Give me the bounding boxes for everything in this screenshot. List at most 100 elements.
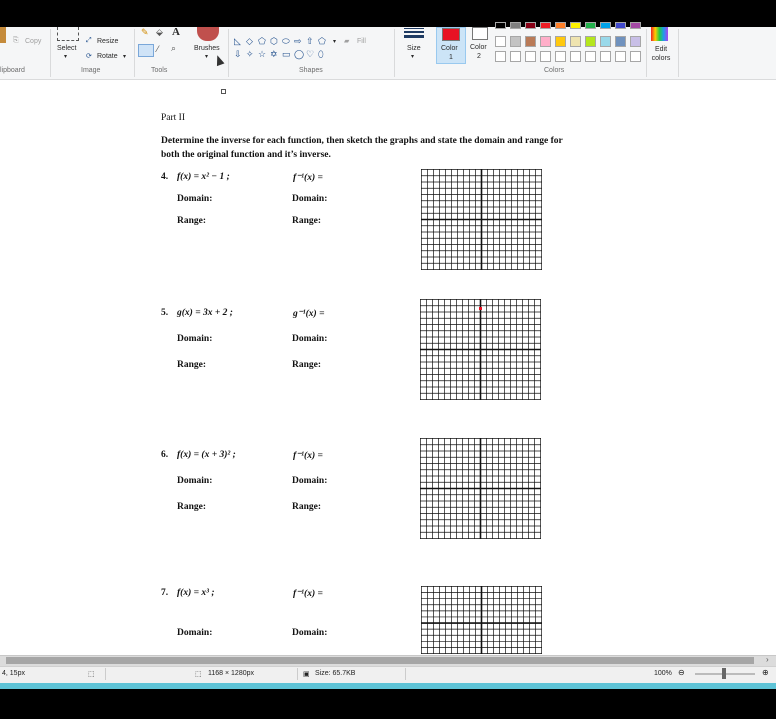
brushes-dropdown-icon[interactable]: ▾: [205, 53, 208, 60]
color-picker-icon[interactable]: ⁄: [157, 44, 159, 54]
domain-label: Domain:: [292, 194, 328, 204]
palette-swatch[interactable]: [585, 51, 596, 62]
palette-swatch[interactable]: [510, 36, 521, 47]
size-dropdown-icon[interactable]: ▾: [411, 53, 414, 60]
palette-swatch[interactable]: [600, 51, 611, 62]
palette-swatch[interactable]: [555, 22, 566, 29]
rotate-icon: ⟳: [86, 53, 92, 60]
instructions-line1: Determine the inverse for each function,…: [161, 136, 563, 146]
edit-colors-icon[interactable]: [651, 27, 668, 41]
color1-button[interactable]: Color 1: [436, 27, 466, 64]
resize-button[interactable]: Resize: [97, 38, 118, 45]
palette-swatch[interactable]: [615, 36, 626, 47]
palette-swatch[interactable]: [570, 51, 581, 62]
colors-group-label: Colors: [544, 67, 565, 74]
ribbon: ⎘ Copy lipboard Select ▾ ⤢ Resize ⟳ Rota…: [0, 22, 776, 80]
red-dot: [479, 307, 482, 310]
pencil-icon[interactable]: ✎: [141, 27, 149, 38]
problem-function: f(x) = x² − 1 ;: [177, 172, 230, 182]
graph-grid: [421, 169, 542, 270]
zoom-slider-thumb[interactable]: [722, 668, 726, 679]
problem-inverse: g⁻¹(x) =: [293, 309, 325, 319]
select-button[interactable]: Select: [57, 45, 76, 52]
palette-swatch[interactable]: [540, 22, 551, 29]
palette-swatch[interactable]: [510, 51, 521, 62]
palette-swatch[interactable]: [525, 36, 536, 47]
resize-icon: ⤢: [86, 37, 92, 44]
range-label: Range:: [292, 216, 322, 226]
shapes-scroll-icon[interactable]: ▾: [333, 38, 336, 45]
palette-swatch[interactable]: [495, 51, 506, 62]
paste-icon[interactable]: [0, 27, 6, 43]
palette-swatch[interactable]: [495, 22, 506, 29]
status-divider: [105, 668, 106, 680]
palette-swatch[interactable]: [570, 36, 581, 47]
color1-label: Color: [441, 45, 458, 52]
select-dropdown-icon[interactable]: ▾: [64, 53, 67, 60]
document-image: Part II Determine the inverse for each f…: [0, 80, 776, 655]
palette-swatch[interactable]: [615, 51, 626, 62]
palette-swatch[interactable]: [615, 22, 626, 29]
rotate-dropdown-icon[interactable]: ▾: [123, 53, 126, 60]
file-size: Size: 65.7KB: [315, 670, 356, 677]
problem-number: 6.: [161, 450, 169, 460]
clipboard-group-label: lipboard: [0, 67, 25, 74]
cursor-position: 4, 15px: [2, 670, 25, 677]
domain-label: Domain:: [292, 628, 328, 638]
scrollbar-thumb[interactable]: [6, 657, 754, 664]
palette-swatch[interactable]: [540, 51, 551, 62]
instructions-line2: both the original function and it’s inve…: [161, 150, 331, 160]
palette-swatch[interactable]: [630, 51, 641, 62]
scroll-right-icon[interactable]: ›: [766, 655, 769, 664]
problem-function: f(x) = (x + 3)² ;: [177, 450, 236, 460]
brushes-button[interactable]: Brushes: [194, 45, 220, 52]
color2-label: Color: [470, 44, 487, 51]
magnifier-icon[interactable]: ⌕: [171, 43, 176, 54]
graph-grid: [421, 586, 542, 654]
zoom-in-icon[interactable]: ⊕: [762, 668, 769, 677]
palette-swatch[interactable]: [585, 36, 596, 47]
size-icon[interactable]: [404, 28, 424, 38]
palette-swatch[interactable]: [510, 22, 521, 29]
color-palette[interactable]: [495, 22, 647, 65]
palette-swatch[interactable]: [585, 22, 596, 29]
range-label: Range:: [177, 360, 207, 370]
range-label: Range:: [177, 502, 207, 512]
zoom-out-icon[interactable]: ⊖: [678, 668, 685, 677]
palette-swatch[interactable]: [495, 36, 506, 47]
domain-label: Domain:: [292, 476, 328, 486]
domain-label: Domain:: [292, 334, 328, 344]
copy-button[interactable]: Copy: [25, 38, 41, 45]
palette-swatch[interactable]: [555, 51, 566, 62]
eraser-icon[interactable]: [138, 44, 154, 57]
problem-inverse: f⁻¹(x) =: [293, 589, 323, 599]
select-icon[interactable]: [57, 27, 79, 41]
size-button[interactable]: Size: [407, 45, 421, 52]
image-dimensions: 1168 × 1280px: [208, 670, 254, 677]
brushes-icon[interactable]: [197, 27, 219, 41]
problem-inverse: f⁻¹(x) =: [293, 451, 323, 461]
problem-number: 4.: [161, 172, 169, 182]
status-divider: [405, 668, 406, 680]
palette-swatch[interactable]: [570, 22, 581, 29]
palette-swatch[interactable]: [600, 22, 611, 29]
domain-label: Domain:: [177, 194, 213, 204]
text-tool-icon[interactable]: A: [172, 26, 180, 38]
edit-colors-button[interactable]: Edit colors: [648, 45, 674, 63]
tools-group-label: Tools: [151, 67, 168, 74]
range-label: Range:: [292, 502, 322, 512]
palette-swatch[interactable]: [600, 36, 611, 47]
rotate-button[interactable]: Rotate: [97, 53, 118, 60]
shapes-gallery[interactable]: ◺ ◇ ⬠ ⬡ ⬭ ⇨ ⇧ ⬠ ⇩ ✧ ☆ ✡ ▭ ◯ ♡ ⬯: [232, 27, 332, 63]
palette-swatch[interactable]: [555, 36, 566, 47]
problem-inverse: f⁻¹(x) =: [293, 173, 323, 183]
fill-button[interactable]: Fill: [357, 38, 366, 45]
palette-swatch[interactable]: [525, 22, 536, 29]
palette-swatch[interactable]: [525, 51, 536, 62]
domain-label: Domain:: [177, 476, 213, 486]
palette-swatch[interactable]: [630, 22, 641, 29]
color2-button[interactable]: Color 2: [468, 27, 494, 64]
palette-swatch[interactable]: [630, 36, 641, 47]
fill-bucket-icon[interactable]: ⬙: [156, 27, 163, 38]
palette-swatch[interactable]: [540, 36, 551, 47]
